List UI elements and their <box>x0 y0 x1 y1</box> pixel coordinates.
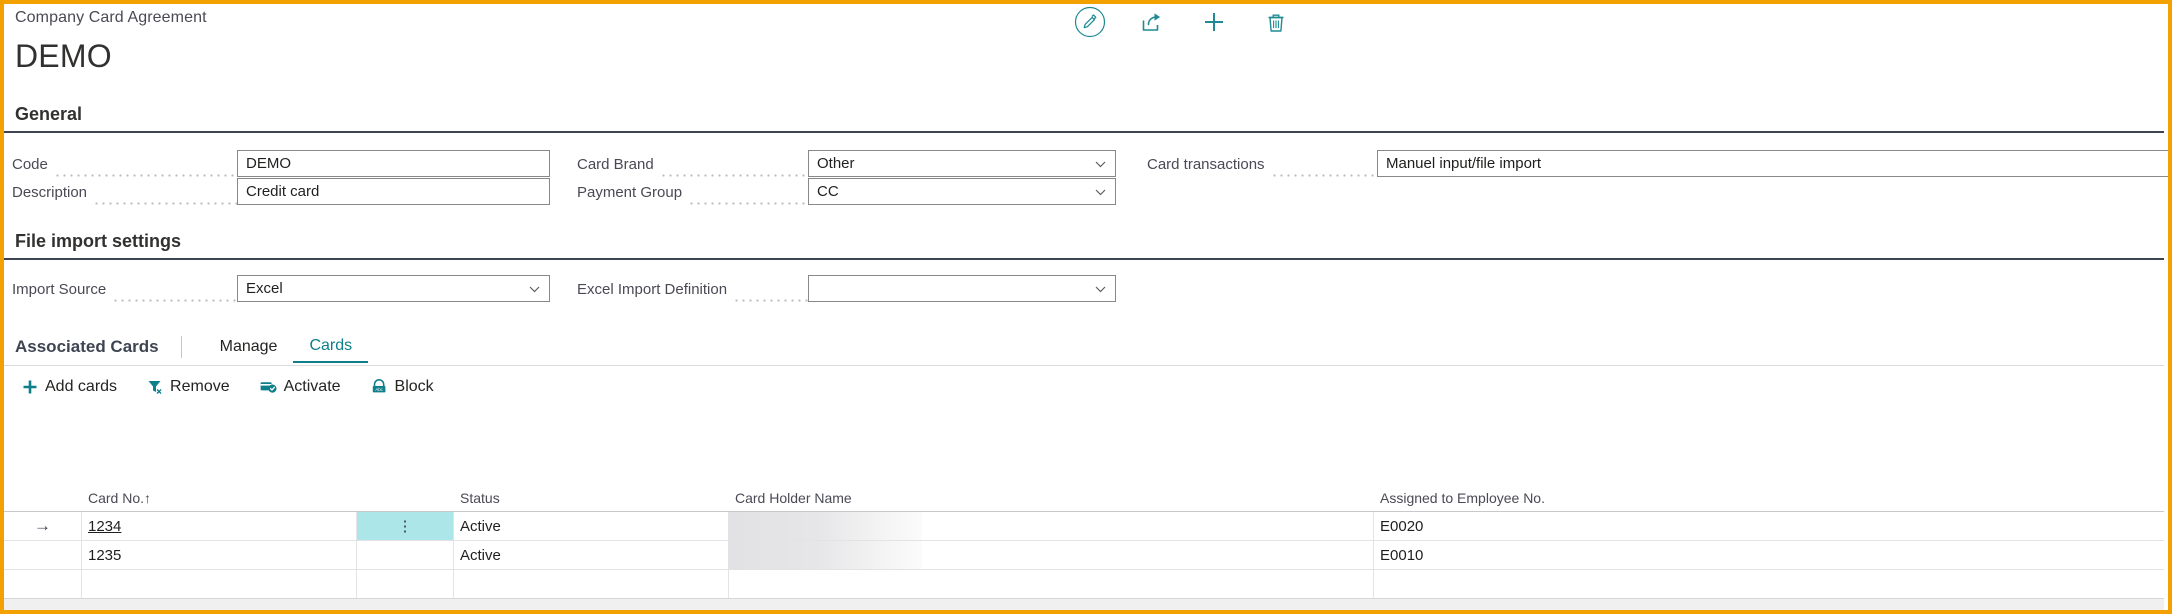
add-cards-label: Add cards <box>45 378 118 395</box>
cell-status[interactable]: Active <box>454 541 729 569</box>
edit-button[interactable] <box>1059 4 1121 40</box>
more-vertical-icon: ⋮ <box>397 517 413 535</box>
import-source-value: Excel <box>246 280 283 297</box>
chevron-down-icon[interactable] <box>1094 185 1107 198</box>
card-transactions-input[interactable]: Manuel input/file import <box>1377 150 2168 177</box>
field-card-transactions-label: Card transactions <box>1147 155 1265 173</box>
file-import-section-header: File import settings <box>4 231 2164 260</box>
chevron-down-icon[interactable] <box>528 282 541 295</box>
excel-import-definition-select[interactable] <box>808 275 1116 302</box>
table-row[interactable]: 1235 Active E0010 <box>4 541 2164 570</box>
plus-icon <box>22 379 38 395</box>
row-indicator-arrow <box>4 570 82 598</box>
associated-cards-title: Associated Cards <box>15 337 159 356</box>
grid-footer <box>4 598 2164 610</box>
column-header-status[interactable]: Status <box>454 490 729 511</box>
add-cards-button[interactable]: Add cards <box>22 378 117 396</box>
share-button[interactable] <box>1121 4 1183 40</box>
cell-status[interactable]: Active <box>454 512 729 540</box>
tab-manage[interactable]: Manage <box>204 332 294 362</box>
code-input[interactable]: DEMO <box>237 150 550 177</box>
field-description-label: Description <box>12 183 88 201</box>
field-excel-import-definition-label: Excel Import Definition <box>577 280 728 298</box>
code-input-value: DEMO <box>246 155 291 172</box>
field-payment-group-label: Payment Group <box>577 183 683 201</box>
cell-row-menu[interactable] <box>357 570 454 598</box>
general-section-divider <box>4 131 2164 133</box>
column-header-card-no[interactable]: Card No.↑ <box>82 490 357 511</box>
general-section-header: General <box>4 104 2164 133</box>
header-action-group <box>1059 4 1307 40</box>
card-no-link[interactable]: 1234 <box>88 518 121 535</box>
delete-button[interactable] <box>1245 4 1307 40</box>
payment-group-select[interactable]: CC <box>808 178 1116 205</box>
column-header-assigned-to-employee-no[interactable]: Assigned to Employee No. <box>1374 490 2164 511</box>
table-row[interactable] <box>4 570 2164 599</box>
remove-button[interactable]: Remove <box>147 378 230 396</box>
cell-employee-no[interactable]: E0020 <box>1374 512 2164 540</box>
payment-group-value: CC <box>817 183 839 200</box>
tabstrip-divider <box>4 365 2164 366</box>
cell-status[interactable] <box>454 570 729 598</box>
grid-header-spacer <box>4 506 82 511</box>
breadcrumb[interactable]: Company Card Agreement <box>15 9 207 27</box>
tab-cards[interactable]: Cards <box>293 331 369 363</box>
cell-card-holder-name[interactable] <box>729 570 1374 598</box>
cell-card-holder-name[interactable] <box>729 512 1374 540</box>
table-row[interactable]: → 1234 ⋮ Active E0020 <box>4 512 2164 541</box>
associated-cards-grid: Card No.↑ Status Card Holder Name Assign… <box>4 482 2164 599</box>
column-header-card-holder-name[interactable]: Card Holder Name <box>729 490 1374 511</box>
chevron-down-icon[interactable] <box>1094 282 1107 295</box>
block-label: Block <box>394 378 434 395</box>
grid-header-row: Card No.↑ Status Card Holder Name Assign… <box>4 482 2164 512</box>
card-brand-value: Other <box>817 155 855 172</box>
cell-employee-no[interactable]: E0010 <box>1374 541 2164 569</box>
card-transactions-value: Manuel input/file import <box>1386 155 1542 172</box>
chevron-down-icon[interactable] <box>1094 157 1107 170</box>
svg-text:Abc: Abc <box>375 387 383 392</box>
row-indicator-arrow: → <box>4 512 82 540</box>
redacted-value <box>729 512 922 540</box>
field-import-source-label: Import Source <box>12 280 107 298</box>
cell-card-no[interactable] <box>82 570 357 598</box>
cards-action-bar: Add cards Remove Activate Abc Block <box>4 370 2164 404</box>
cell-card-no[interactable]: 1234 <box>82 512 357 540</box>
cell-row-menu[interactable] <box>357 541 454 569</box>
tab-separator <box>180 336 182 358</box>
row-menu-button[interactable]: ⋮ <box>357 512 454 540</box>
redacted-value <box>729 541 922 569</box>
sort-ascending-icon: ↑ <box>144 490 152 506</box>
import-source-select[interactable]: Excel <box>237 275 550 302</box>
associated-cards-tabstrip: Associated Cards Manage Cards <box>4 329 2164 365</box>
activate-card-icon <box>260 379 277 395</box>
activate-button[interactable]: Activate <box>260 378 341 396</box>
activate-label: Activate <box>283 378 341 395</box>
cell-card-no[interactable]: 1235 <box>82 541 357 569</box>
block-button[interactable]: Abc Block <box>371 378 434 396</box>
cell-employee-no[interactable] <box>1374 570 2164 598</box>
new-button[interactable] <box>1183 4 1245 40</box>
remove-label: Remove <box>170 378 230 395</box>
description-input[interactable]: Credit card <box>237 178 550 205</box>
file-import-section-title: File import settings <box>15 231 182 251</box>
field-card-brand-label: Card Brand <box>577 155 654 173</box>
grid-header-menu-spacer <box>357 506 454 511</box>
top-bar: Company Card Agreement <box>4 4 2168 42</box>
general-section-title: General <box>15 104 83 124</box>
cell-card-holder-name[interactable] <box>729 541 1374 569</box>
block-card-icon: Abc <box>371 379 388 395</box>
description-input-value: Credit card <box>246 183 320 200</box>
field-code-label: Code <box>12 155 48 173</box>
file-import-section-divider <box>4 258 2164 260</box>
page-title: DEMO <box>15 38 112 74</box>
row-indicator-arrow <box>4 541 82 569</box>
card-brand-select[interactable]: Other <box>808 150 1116 177</box>
company-card-agreement-page: Company Card Agreement DEMO General Code… <box>0 0 2172 614</box>
filter-remove-icon <box>147 379 163 395</box>
